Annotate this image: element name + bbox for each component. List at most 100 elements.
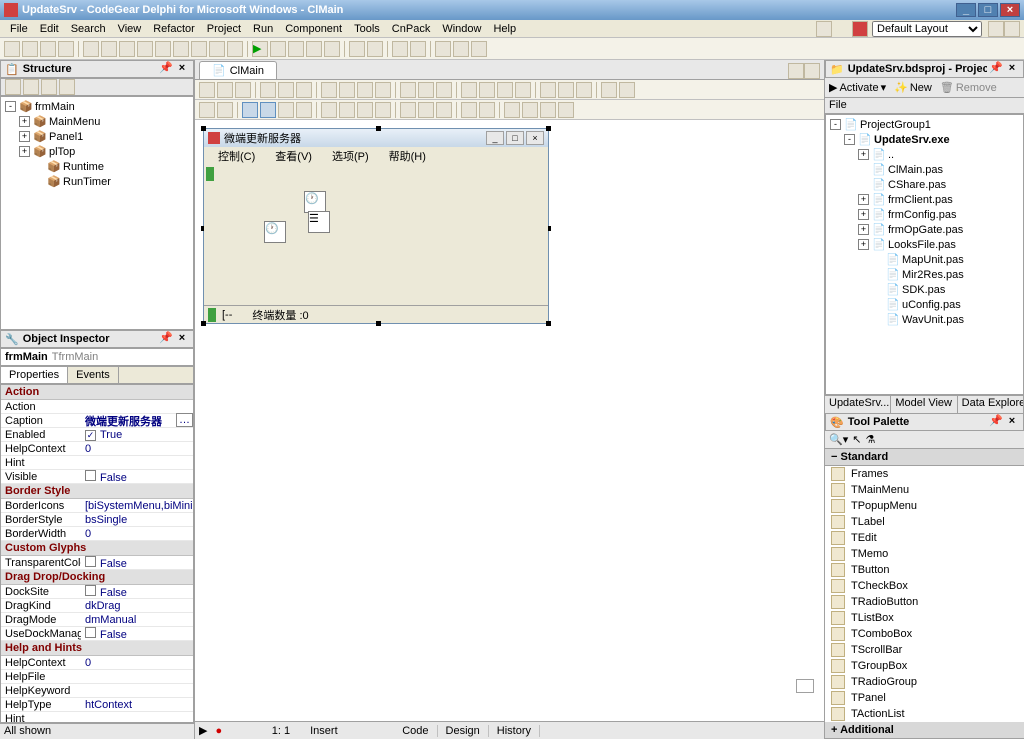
- tb26[interactable]: [471, 41, 487, 57]
- tb12[interactable]: [209, 41, 225, 57]
- palette-item[interactable]: Frames: [825, 466, 1024, 482]
- ds19[interactable]: [558, 102, 574, 118]
- tb10[interactable]: [173, 41, 189, 57]
- palette-item[interactable]: TMemo: [825, 546, 1024, 562]
- tab-events[interactable]: Events: [68, 367, 119, 383]
- category-standard[interactable]: − Standard: [825, 449, 1024, 466]
- palette-item[interactable]: TPanel: [825, 690, 1024, 706]
- prop-row[interactable]: DockSiteFalse: [1, 585, 193, 599]
- menu-refactor[interactable]: Refactor: [147, 21, 201, 37]
- al2[interactable]: [217, 82, 233, 98]
- tab-project[interactable]: UpdateSrv...: [825, 396, 891, 413]
- ds5[interactable]: [278, 102, 294, 118]
- menu-project[interactable]: Project: [201, 21, 247, 37]
- pm-item[interactable]: +📄frmClient.pas: [828, 192, 1021, 207]
- prop-row[interactable]: HelpFile: [1, 670, 193, 684]
- al6[interactable]: [296, 82, 312, 98]
- al9[interactable]: [357, 82, 373, 98]
- prop-row[interactable]: BorderWidth0: [1, 527, 193, 541]
- mainmenu-component[interactable]: ☰: [308, 211, 330, 233]
- palette-item[interactable]: TListBox: [825, 610, 1024, 626]
- prop-row[interactable]: HelpContext0: [1, 442, 193, 456]
- prop-row[interactable]: BorderStylebsSingle: [1, 513, 193, 527]
- tb25[interactable]: [453, 41, 469, 57]
- doc-tab-clmain[interactable]: 📄 ClMain: [199, 61, 277, 79]
- doc-close-icon[interactable]: [804, 63, 820, 79]
- palette-item[interactable]: TEdit: [825, 530, 1024, 546]
- al14[interactable]: [461, 82, 477, 98]
- ds10[interactable]: [375, 102, 391, 118]
- al7[interactable]: [321, 82, 337, 98]
- prop-row[interactable]: HelpContext0: [1, 656, 193, 670]
- ds1[interactable]: [199, 102, 215, 118]
- palette-item[interactable]: TCheckBox: [825, 578, 1024, 594]
- ds8[interactable]: [339, 102, 355, 118]
- pm-item[interactable]: 📄SDK.pas: [828, 282, 1021, 297]
- al4[interactable]: [260, 82, 276, 98]
- prop-row[interactable]: BorderIcons[biSystemMenu,biMinim: [1, 499, 193, 513]
- prop-row[interactable]: VisibleFalse: [1, 470, 193, 484]
- pin-icon[interactable]: 📌: [159, 332, 173, 346]
- palette-item[interactable]: TPopupMenu: [825, 498, 1024, 514]
- tree-item[interactable]: 📦RunTimer: [3, 174, 191, 189]
- save-button[interactable]: [40, 41, 56, 57]
- tab-history[interactable]: History: [489, 725, 540, 737]
- ds2[interactable]: [217, 102, 233, 118]
- pm-item[interactable]: -📄ProjectGroup1: [828, 117, 1021, 132]
- ds15[interactable]: [479, 102, 495, 118]
- al19[interactable]: [558, 82, 574, 98]
- tab-model[interactable]: Model View: [891, 396, 957, 413]
- category-additional[interactable]: + Additional: [825, 722, 1024, 739]
- fm-control[interactable]: 控制(C): [208, 148, 265, 164]
- al20[interactable]: [576, 82, 592, 98]
- palette-item[interactable]: TRadioButton: [825, 594, 1024, 610]
- palette-item[interactable]: TScrollBar: [825, 642, 1024, 658]
- pin-icon[interactable]: 📌: [159, 62, 173, 76]
- tab-design[interactable]: Design: [438, 725, 489, 737]
- menu-search[interactable]: Search: [65, 21, 112, 37]
- fm-view[interactable]: 查看(V): [265, 148, 322, 164]
- al16[interactable]: [497, 82, 513, 98]
- al3[interactable]: [235, 82, 251, 98]
- pm-item[interactable]: 📄MapUnit.pas: [828, 252, 1021, 267]
- tree-item[interactable]: +📦plTop: [3, 144, 191, 159]
- structure-tree[interactable]: -📦frmMain+📦MainMenu+📦Panel1+📦plTop📦Runti…: [0, 96, 194, 330]
- close-icon[interactable]: ×: [1005, 62, 1019, 76]
- prop-row[interactable]: TransparentColorFalse: [1, 556, 193, 570]
- tb22[interactable]: [392, 41, 408, 57]
- prop-category[interactable]: Border Style: [1, 484, 193, 499]
- ds16[interactable]: [504, 102, 520, 118]
- tb21[interactable]: [367, 41, 383, 57]
- al1[interactable]: [199, 82, 215, 98]
- pm-item[interactable]: 📄Mir2Res.pas: [828, 267, 1021, 282]
- prop-category[interactable]: Drag Drop/Docking: [1, 570, 193, 585]
- palette-list[interactable]: − Standard FramesTMainMenuTPopupMenuTLab…: [825, 449, 1024, 739]
- st-btn2[interactable]: [23, 79, 39, 95]
- tb23[interactable]: [410, 41, 426, 57]
- form-body[interactable]: 🕐 ☰ 🕐: [204, 165, 548, 305]
- pm-item[interactable]: 📄CShare.pas: [828, 177, 1021, 192]
- layout-icon[interactable]: [816, 21, 832, 37]
- form-designer[interactable]: 微端更新服务器 _ □ × 控制(C) 查看(V) 选项(P) 帮助(H) 🕐 …: [195, 120, 824, 721]
- fm-options[interactable]: 选项(P): [322, 148, 379, 164]
- save-layout-icon[interactable]: [988, 21, 1004, 37]
- close-icon[interactable]: ×: [175, 62, 189, 76]
- tree-item[interactable]: +📦Panel1: [3, 129, 191, 144]
- st-btn1[interactable]: [5, 79, 21, 95]
- st-btn3[interactable]: [41, 79, 57, 95]
- zoom-indicator[interactable]: [796, 679, 814, 693]
- tb20[interactable]: [349, 41, 365, 57]
- tab-data[interactable]: Data Explorer: [958, 396, 1024, 413]
- step-into-button[interactable]: [324, 41, 340, 57]
- doc-nav-icon[interactable]: [788, 63, 804, 79]
- cursor-icon[interactable]: ↖: [852, 433, 861, 446]
- filter-icon[interactable]: ⚗: [865, 433, 875, 446]
- form-window[interactable]: 微端更新服务器 _ □ × 控制(C) 查看(V) 选项(P) 帮助(H) 🕐 …: [203, 128, 549, 324]
- maximize-button[interactable]: □: [978, 3, 998, 17]
- palette-item[interactable]: TGroupBox: [825, 658, 1024, 674]
- new-button[interactable]: [4, 41, 20, 57]
- st-btn4[interactable]: [59, 79, 75, 95]
- palette-item[interactable]: TMainMenu: [825, 482, 1024, 498]
- ds9[interactable]: [357, 102, 373, 118]
- ds6[interactable]: [296, 102, 312, 118]
